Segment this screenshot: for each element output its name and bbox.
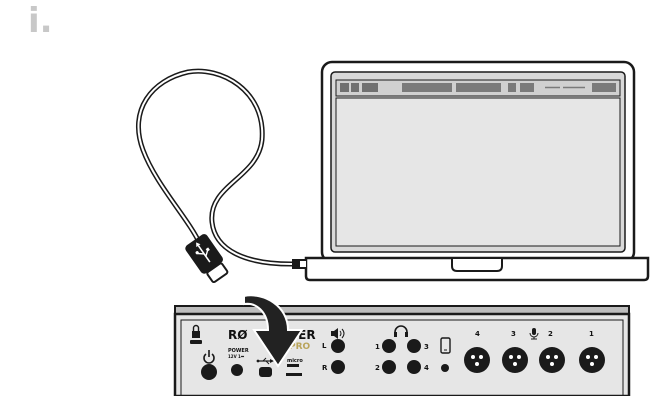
headphone-output-2[interactable]	[382, 360, 396, 374]
connection-diagram: RØ TER PRO POWER 12V 1⎓ micro L R 1 2 3 …	[136, 60, 650, 396]
microsd-slot[interactable]	[286, 373, 302, 376]
monitor-output-r[interactable]	[331, 360, 345, 374]
headphone-output-4[interactable]	[407, 360, 421, 374]
headphone-output-3[interactable]	[407, 339, 421, 353]
monitor-output-l[interactable]	[331, 339, 345, 353]
screen-toolbar	[335, 79, 621, 97]
xlr-label-4: 4	[475, 330, 480, 338]
xlr-label-1: 1	[589, 330, 594, 338]
headphone-output-1[interactable]	[382, 339, 396, 353]
power-sub-label: 12V 1⎓	[228, 354, 245, 359]
microsd-label: micro	[287, 358, 303, 364]
usb-c-port[interactable]	[259, 367, 272, 377]
headphone-label-3: 3	[424, 343, 429, 351]
xlr-input-2[interactable]	[539, 347, 565, 373]
xlr-input-1[interactable]	[579, 347, 605, 373]
laptop-icon	[304, 60, 650, 282]
usb-cable	[136, 68, 299, 267]
xlr-label-2: 2	[548, 330, 553, 338]
brand-left: RØ	[228, 328, 247, 342]
usb-c-plug-icon	[185, 234, 229, 284]
xlr-input-3[interactable]	[502, 347, 528, 373]
monitor-label-l: L	[322, 342, 327, 350]
usb-a-plug	[292, 259, 306, 269]
phone-port[interactable]	[441, 364, 449, 372]
xlr-input-4[interactable]	[464, 347, 490, 373]
headphone-label-1: 1	[375, 343, 380, 351]
headphone-label-4: 4	[424, 364, 429, 372]
power-jack[interactable]	[231, 364, 243, 376]
xlr-label-3: 3	[511, 330, 516, 338]
power-button[interactable]	[201, 364, 217, 380]
laptop-screen	[335, 97, 621, 247]
headphone-label-2: 2	[375, 364, 380, 372]
monitor-label-r: R	[322, 364, 328, 372]
